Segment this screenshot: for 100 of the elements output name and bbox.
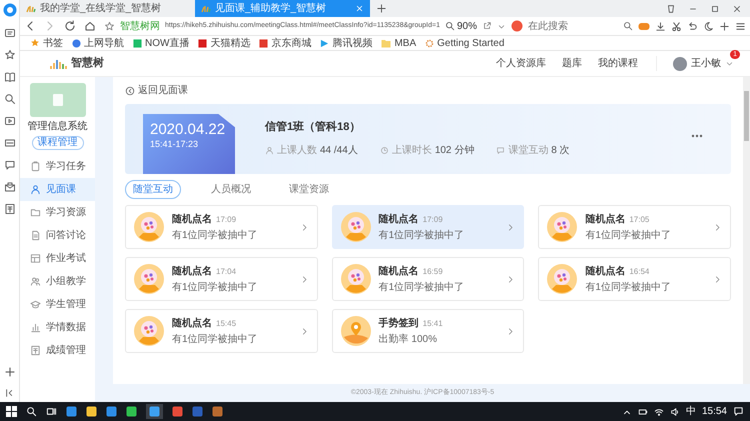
wifi-icon[interactable] — [654, 406, 664, 416]
app-icon[interactable] — [86, 406, 97, 417]
search-field[interactable]: 在此搜索 — [528, 18, 618, 34]
windows-icon[interactable] — [6, 406, 17, 417]
chat-icon[interactable] — [4, 159, 16, 171]
star-icon[interactable] — [4, 49, 16, 61]
app-icon[interactable] — [212, 406, 223, 417]
bookmark-link[interactable]: MBA — [381, 36, 416, 50]
app-icon[interactable] — [106, 406, 117, 417]
stat-value: 44 /44人 — [320, 144, 358, 158]
course-name: 管理信息系统 — [28, 120, 88, 134]
activity-card[interactable]: 随机点名 16:59 有1位同学被抽中了 — [332, 257, 524, 301]
user-avatar[interactable] — [673, 56, 687, 70]
moon-icon[interactable] — [703, 20, 714, 32]
browser-logo-icon[interactable] — [2, 3, 16, 17]
new-tab-icon[interactable] — [376, 3, 387, 14]
lottery-ball-icon — [547, 264, 578, 294]
group-icon — [30, 276, 41, 287]
content-tab[interactable]: 课堂资源 — [281, 180, 337, 199]
session-date: 2020.04.22 — [150, 121, 226, 138]
app-icon[interactable] — [126, 406, 137, 417]
folder-icon — [30, 207, 41, 218]
lottery-ball-icon — [340, 264, 371, 294]
bar-chart-icon — [30, 322, 41, 333]
sidebar-item[interactable]: 学习任务 — [20, 155, 95, 178]
square-icon — [259, 38, 268, 48]
activity-title: 随机点名 — [585, 212, 626, 226]
close-icon[interactable] — [732, 4, 742, 14]
clock-icon — [380, 146, 389, 155]
bookmark-link[interactable]: 腾讯视频 — [320, 36, 372, 50]
close-icon[interactable] — [355, 4, 364, 13]
user-name[interactable]: 王小敏 — [691, 56, 721, 71]
sidebar-item[interactable]: 学情数据 — [20, 316, 95, 339]
activity-card[interactable]: 随机点名 17:09 有1位同学被抽中了 — [332, 205, 524, 249]
speaker-icon[interactable] — [670, 406, 680, 416]
menu-icon[interactable] — [735, 20, 746, 32]
share-icon[interactable] — [482, 21, 492, 31]
sidebar-item[interactable]: 成绩管理 — [20, 339, 95, 362]
course-manage-button[interactable]: 课程管理 — [32, 136, 84, 150]
content-tab[interactable]: 人员概况 — [203, 180, 259, 199]
input-method-indicator[interactable]: 中 — [686, 404, 696, 419]
battery-icon[interactable] — [638, 406, 648, 416]
scrollbar[interactable] — [743, 77, 750, 384]
zoom-icon[interactable] — [444, 21, 455, 31]
more-icon[interactable] — [691, 134, 703, 138]
app-icon[interactable] — [172, 406, 183, 417]
scissors-icon[interactable] — [671, 20, 682, 32]
bookmark-link[interactable]: 上网导航 — [72, 36, 124, 50]
back-link[interactable]: 返回见面课 — [125, 83, 731, 98]
bookmark-link[interactable]: 书签 — [30, 36, 63, 50]
zoom-level[interactable]: 90% — [456, 18, 477, 34]
scrollbar-thumb[interactable] — [744, 91, 749, 141]
bookmark-link[interactable]: NOW直播 — [133, 36, 190, 50]
activity-card[interactable]: 随机点名 17:09 有1位同学被抽中了 — [125, 205, 318, 249]
activity-card[interactable]: 随机点名 17:04 有1位同学被抽中了 — [125, 257, 318, 301]
play-icon[interactable] — [4, 115, 16, 127]
plus-icon[interactable] — [4, 366, 16, 378]
cup-icon[interactable] — [666, 4, 676, 14]
chevron-right-icon — [713, 274, 722, 284]
sidebar-item[interactable]: 作业考试 — [20, 247, 95, 270]
content-tab[interactable]: 随堂互动 — [125, 180, 181, 199]
activity-card[interactable]: 随机点名 15:45 有1位同学被抽中了 — [125, 309, 318, 353]
sidebar-item[interactable]: 见面课 — [20, 178, 95, 201]
sidebar-item[interactable]: 学生管理 — [20, 293, 95, 316]
nav-link[interactable]: 个人资源库 — [496, 56, 546, 71]
home-icon[interactable] — [84, 20, 96, 32]
sidebar-item[interactable]: 学习资源 — [20, 201, 95, 224]
bookmark-link[interactable]: 京东商城 — [259, 36, 312, 50]
stat-label: 上课人数 — [277, 144, 317, 158]
box-icon[interactable] — [4, 137, 16, 149]
taskbar-clock[interactable]: 15:54 — [702, 404, 727, 419]
browser-tab[interactable]: 我的学堂_在线学堂_智慧树 — [20, 0, 195, 17]
maximize-icon[interactable] — [710, 4, 720, 14]
folder-icon — [381, 38, 392, 48]
bookmark-link[interactable]: 天猫精选 — [198, 36, 250, 50]
undo-icon[interactable] — [687, 20, 698, 32]
search-icon[interactable] — [26, 406, 37, 417]
sidebar-item[interactable]: 小组教学 — [20, 270, 95, 293]
activity-card[interactable]: 随机点名 17:05 有1位同学被抽中了 — [538, 205, 731, 249]
search-engine-icon[interactable] — [511, 20, 523, 32]
chat-icon — [496, 146, 506, 155]
reload-icon[interactable] — [64, 20, 76, 32]
collapse-icon[interactable] — [4, 388, 14, 398]
nav-link[interactable]: 题库 — [562, 56, 582, 71]
bookmark-link[interactable]: Getting Started — [425, 36, 504, 50]
star-icon[interactable] — [104, 20, 115, 32]
task-view-icon[interactable] — [46, 406, 57, 417]
lottery-ball-icon — [134, 316, 164, 346]
activity-card[interactable]: 手势签到 15:41 出勤率 100% — [332, 309, 524, 353]
activity-card[interactable]: 随机点名 16:54 有1位同学被抽中了 — [538, 257, 731, 301]
tv-icon[interactable] — [4, 27, 16, 39]
mail-icon[interactable] — [4, 181, 16, 193]
table-icon — [30, 253, 41, 264]
download-icon[interactable] — [655, 20, 666, 32]
sidebar-item[interactable]: 问答讨论 — [20, 224, 95, 247]
app-icon[interactable] — [66, 406, 77, 417]
activity-detail: 有1位同学被抽中了 — [172, 280, 259, 294]
nav-link[interactable]: 我的课程 — [598, 56, 638, 71]
notification-icon[interactable] — [733, 406, 744, 417]
plus-icon[interactable] — [719, 20, 730, 32]
